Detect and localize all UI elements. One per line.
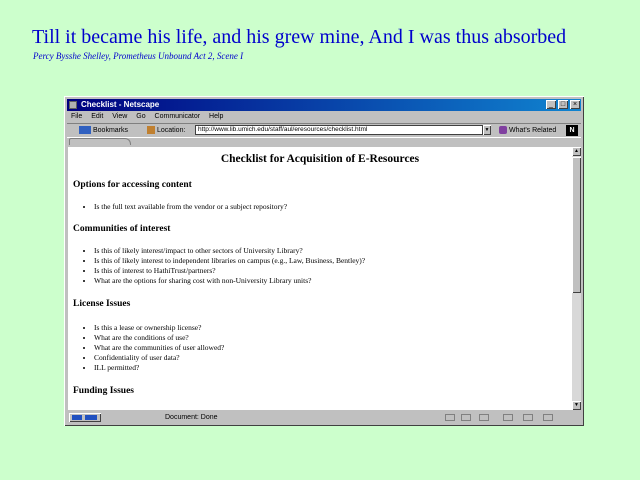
list-item: Is this of interest to HathiTrust/partne…	[94, 266, 365, 276]
location-dropdown-button[interactable]: ▼	[483, 125, 491, 135]
toolbar-collapse-tab[interactable]	[69, 138, 131, 145]
security-indicator[interactable]	[69, 413, 101, 422]
list-item: What are the options for sharing cost wi…	[94, 276, 365, 286]
discussion-icon[interactable]	[479, 414, 489, 421]
location-label: Location:	[147, 125, 185, 136]
whats-related-button[interactable]: What's Related	[499, 125, 556, 136]
connection-icon	[72, 415, 82, 420]
list-item: What are the conditions of use?	[94, 333, 224, 343]
menu-bar: File Edit View Go Communicator Help	[67, 112, 581, 122]
menu-communicator[interactable]: Communicator	[155, 113, 201, 120]
resize-grip-icon[interactable]	[543, 414, 553, 421]
scrollbar-thumb[interactable]	[572, 157, 581, 293]
minimize-button[interactable]: _	[546, 100, 556, 109]
status-bar: Document: Done	[67, 412, 581, 423]
bookmarks-icon	[79, 126, 91, 135]
location-label-text: Location:	[157, 127, 186, 134]
list-item: Is this of likely interest to independen…	[94, 256, 365, 266]
list-item: Is this of likely interest/impact to oth…	[94, 246, 365, 256]
document-title: Checklist for Acquisition of E-Resources	[220, 153, 420, 165]
menu-file[interactable]: File	[71, 113, 82, 120]
menu-view[interactable]: View	[112, 113, 127, 120]
status-text: Document: Done	[165, 414, 218, 421]
scroll-up-arrow-icon[interactable]: ▲	[572, 147, 581, 156]
list-item: ILL permitted?	[94, 363, 224, 373]
scroll-down-arrow-icon[interactable]: ▼	[572, 401, 581, 410]
browser-window: Checklist - Netscape _ □ × File Edit Vie…	[64, 96, 584, 426]
calendar-icon[interactable]	[523, 414, 533, 421]
page-proxy-icon[interactable]	[147, 126, 155, 135]
menu-go[interactable]: Go	[136, 113, 145, 120]
related-icon	[499, 126, 507, 135]
window-title: Checklist - Netscape	[81, 100, 160, 109]
composer-icon[interactable]	[503, 414, 513, 421]
bookmarks-button[interactable]: Bookmarks	[79, 125, 128, 136]
menu-help[interactable]: Help	[209, 113, 223, 120]
section-list: Is this of likely interest/impact to oth…	[78, 246, 365, 286]
list-item: Is the full text available from the vend…	[94, 202, 287, 212]
list-item: Is this a lease or ownership license?	[94, 323, 224, 333]
section-heading: Funding Issues	[73, 386, 134, 396]
title-bar[interactable]: Checklist - Netscape _ □ ×	[67, 99, 581, 111]
section-heading: Options for accessing content	[73, 180, 192, 190]
list-item: What are the communities of user allowed…	[94, 343, 224, 353]
toolbar-tab-strip	[67, 137, 581, 146]
section-heading: Communities of interest	[73, 224, 171, 234]
list-item: Confidentiality of user data?	[94, 353, 224, 363]
whats-related-label: What's Related	[509, 127, 557, 134]
section-heading: License Issues	[73, 299, 131, 309]
location-toolbar: Bookmarks Location: http://www.lib.umich…	[67, 123, 581, 138]
mail-icon[interactable]	[461, 414, 471, 421]
netscape-logo-icon[interactable]: N	[566, 125, 578, 136]
section-list: Is the full text available from the vend…	[78, 202, 287, 212]
section-list: Is this a lease or ownership license? Wh…	[78, 323, 224, 373]
page-content: Checklist for Acquisition of E-Resources…	[68, 147, 572, 410]
security-lock-icon	[85, 415, 97, 420]
close-button[interactable]: ×	[570, 100, 580, 109]
location-url-input[interactable]: http://www.lib.umich.edu/staff/aul/ereso…	[195, 125, 483, 135]
bookmarks-label: Bookmarks	[93, 127, 129, 134]
maximize-button[interactable]: □	[558, 100, 568, 109]
vertical-scrollbar[interactable]: ▲ ▼	[572, 147, 581, 410]
slide-subtitle: Percy Bysshe Shelley, Prometheus Unbound…	[33, 51, 244, 61]
menu-edit[interactable]: Edit	[91, 113, 103, 120]
navigator-icon[interactable]	[445, 414, 455, 421]
netscape-app-icon[interactable]	[69, 101, 77, 109]
slide-title: Till it became his life, and his grew mi…	[32, 26, 567, 48]
